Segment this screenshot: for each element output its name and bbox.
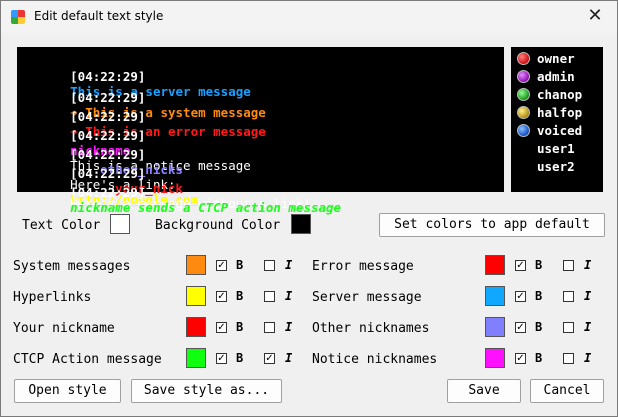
server-message-bold-checkbox[interactable]: ✓ <box>515 291 526 302</box>
user-list: owner admin chanop halfop voiced user1 u… <box>511 47 603 192</box>
style-label: Your nickname <box>13 321 115 336</box>
italic-label: I <box>584 320 592 334</box>
text-color-swatch[interactable] <box>110 214 130 234</box>
voiced-icon <box>517 124 530 137</box>
error-message-italic-checkbox[interactable] <box>563 260 574 271</box>
server-message-italic-checkbox[interactable] <box>563 291 574 302</box>
bold-label: B <box>236 258 244 272</box>
ctcp-action-italic-checkbox[interactable]: ✓ <box>264 353 275 364</box>
bold-label: B <box>236 351 244 365</box>
style-label: Other nicknames <box>312 321 430 336</box>
bold-label: B <box>535 289 543 303</box>
set-default-colors-button[interactable]: Set colors to app default <box>379 213 605 237</box>
notice-nicknames-bold-checkbox[interactable]: ✓ <box>515 353 526 364</box>
title-bar: Edit default text style ✕ <box>1 1 617 33</box>
ctcp-action-color-swatch[interactable] <box>186 348 206 368</box>
timestamp: [04:22:29] <box>70 185 146 200</box>
style-label: Server message <box>312 290 422 305</box>
other-nicknames-bold-checkbox[interactable]: ✓ <box>515 322 526 333</box>
error-message-bold-checkbox[interactable]: ✓ <box>515 260 526 271</box>
style-label: Error message <box>312 259 414 274</box>
italic-label: I <box>584 289 592 303</box>
save-style-as-button[interactable]: Save style as... <box>131 379 282 403</box>
error-message-color-swatch[interactable] <box>485 255 505 275</box>
italic-label: I <box>584 351 592 365</box>
open-style-button[interactable]: Open style <box>14 379 121 403</box>
system-messages-color-swatch[interactable] <box>186 255 206 275</box>
hyperlinks-bold-checkbox[interactable]: ✓ <box>216 291 227 302</box>
ctcp-action-text: nickname sends a CTCP action message <box>70 200 342 215</box>
bold-label: B <box>535 351 543 365</box>
owner-icon <box>517 52 530 65</box>
style-label: CTCP Action message <box>13 352 162 367</box>
background-color-swatch[interactable] <box>291 214 311 234</box>
bold-label: B <box>535 258 543 272</box>
bold-label: B <box>535 320 543 334</box>
chanop-icon <box>517 88 530 101</box>
system-messages-italic-checkbox[interactable] <box>264 260 275 271</box>
dialog-window: Edit default text style ✕ [04:22:29] Thi… <box>0 0 618 417</box>
bold-label: B <box>236 289 244 303</box>
italic-label: I <box>285 320 293 334</box>
your-nickname-bold-checkbox[interactable]: ✓ <box>216 322 227 333</box>
close-icon[interactable]: ✕ <box>573 1 617 33</box>
cancel-button[interactable]: Cancel <box>530 379 604 403</box>
hyperlinks-color-swatch[interactable] <box>186 286 206 306</box>
other-nicknames-color-swatch[interactable] <box>485 317 505 337</box>
server-message-color-swatch[interactable] <box>485 286 505 306</box>
halfop-icon <box>517 106 530 119</box>
style-label: Notice nicknames <box>312 352 438 367</box>
italic-label: I <box>285 289 293 303</box>
your-nickname-color-swatch[interactable] <box>186 317 206 337</box>
your-nickname-italic-checkbox[interactable] <box>264 322 275 333</box>
notice-nicknames-italic-checkbox[interactable] <box>563 353 574 364</box>
ctcp-action-bold-checkbox[interactable]: ✓ <box>216 353 227 364</box>
italic-label: I <box>285 258 293 272</box>
background-color-label: Background Color <box>155 218 281 233</box>
window-title: Edit default text style <box>34 9 164 23</box>
admin-icon <box>517 70 530 83</box>
notice-nicknames-color-swatch[interactable] <box>485 348 505 368</box>
italic-label: I <box>584 258 592 272</box>
hyperlinks-italic-checkbox[interactable] <box>264 291 275 302</box>
style-label: Hyperlinks <box>13 290 92 305</box>
app-icon <box>11 10 25 24</box>
save-button[interactable]: Save <box>447 379 521 403</box>
system-messages-bold-checkbox[interactable]: ✓ <box>216 260 227 271</box>
other-nicknames-italic-checkbox[interactable] <box>563 322 574 333</box>
style-label: System messages <box>13 259 131 274</box>
bold-label: B <box>236 320 244 334</box>
text-color-label: Text Color <box>22 218 101 233</box>
italic-label: I <box>285 351 293 365</box>
preview-pane: [04:22:29] This is a server message [04:… <box>17 47 504 215</box>
